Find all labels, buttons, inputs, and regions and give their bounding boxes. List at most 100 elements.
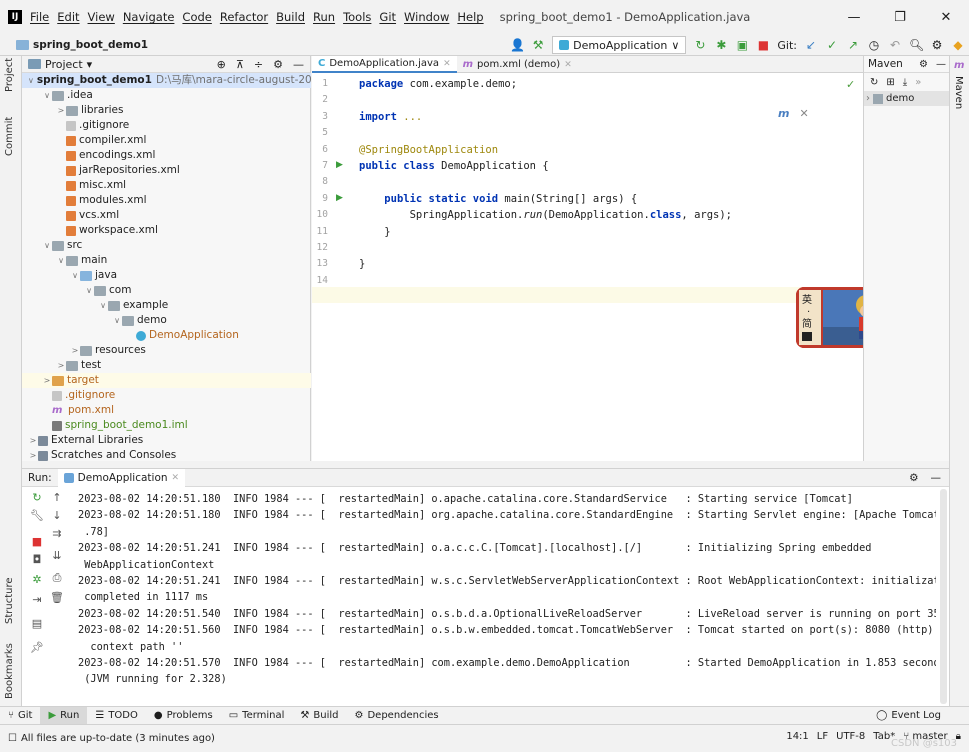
file-encoding[interactable]: UTF-8 <box>836 731 865 742</box>
tree-item[interactable]: > target <box>22 373 311 388</box>
chevron-right-icon[interactable]: > <box>70 343 80 358</box>
services-icon[interactable]: ✲ <box>30 573 44 586</box>
event-log-tab[interactable]: ◯ Event Log <box>876 710 941 721</box>
breadcrumb-project[interactable]: spring_boot_demo1 <box>33 39 148 51</box>
tree-item[interactable]: ∨ spring_boot_demo1 D:\马库\mara-circle-augu… <box>22 73 348 88</box>
run-gutter-icon[interactable]: ▶ <box>336 193 343 203</box>
tree-item[interactable]: > Scratches and Consoles <box>22 448 311 463</box>
trash-icon[interactable]: 🗑︎ <box>50 591 64 604</box>
tool-tab-git[interactable]: ⑂ Git <box>0 707 40 725</box>
tree-item[interactable]: jarRepositories.xml <box>22 163 311 178</box>
minimize-button[interactable]: — <box>831 0 877 34</box>
menu-navigate[interactable]: Navigate <box>123 10 175 24</box>
more-icon[interactable]: » <box>915 77 921 88</box>
chevron-down-icon[interactable]: ∨ <box>28 73 34 88</box>
tree-item[interactable]: > test <box>22 358 311 373</box>
tree-item[interactable]: > External Libraries <box>22 433 311 448</box>
maximize-button[interactable]: ❐ <box>877 0 923 34</box>
expand-all-icon[interactable]: ÷ <box>254 56 263 73</box>
settings-icon[interactable]: ⚙ <box>930 38 944 52</box>
menu-file[interactable]: File <box>30 10 49 24</box>
chevron-down-icon[interactable]: ▾ <box>87 58 93 71</box>
run-gutter-icon[interactable]: ▶ <box>336 160 343 170</box>
layout-icon[interactable]: ▤ <box>30 617 44 630</box>
coverage-icon[interactable]: ▣ <box>735 38 749 52</box>
git-commit-icon[interactable]: ✓ <box>825 38 839 52</box>
git-push-icon[interactable]: ↗ <box>846 38 860 52</box>
chevron-down-icon[interactable]: ∨ <box>42 88 52 103</box>
exit-icon[interactable]: ⇥ <box>30 593 44 606</box>
scroll-to-end-icon[interactable]: ⇊ <box>50 549 64 562</box>
menu-build[interactable]: Build <box>276 10 305 24</box>
maven-tool-icon[interactable]: m <box>954 60 964 71</box>
print-icon[interactable]: ⎙ <box>50 571 64 585</box>
tree-item[interactable]: .gitignore <box>22 388 311 403</box>
menu-code[interactable]: Code <box>182 10 211 24</box>
hide-icon[interactable]: — <box>293 56 304 73</box>
maven-reload-icon[interactable]: m <box>778 107 789 120</box>
tree-item[interactable]: > libraries <box>22 103 311 118</box>
tree-item[interactable]: ∨ com <box>22 283 311 298</box>
stop-icon[interactable]: ■ <box>30 535 44 548</box>
camera-icon[interactable]: ◘ <box>30 553 44 566</box>
tree-item[interactable]: DemoApplication <box>22 328 311 343</box>
close-button[interactable]: ✕ <box>923 0 969 34</box>
chevron-right-icon[interactable]: > <box>56 358 66 373</box>
git-update-icon[interactable]: ↙ <box>804 38 818 52</box>
inspection-ok-icon[interactable]: ✓ <box>846 78 855 91</box>
line-separator[interactable]: LF <box>817 731 828 742</box>
hide-icon[interactable]: — <box>936 59 946 70</box>
chevron-down-icon[interactable]: ∨ <box>112 313 122 328</box>
tree-item[interactable]: workspace.xml <box>22 223 311 238</box>
rerun-icon[interactable]: ↻ <box>30 491 44 504</box>
plugin-icon[interactable]: ◆ <box>951 38 965 52</box>
menu-window[interactable]: Window <box>404 10 449 24</box>
hide-icon[interactable]: — <box>931 472 942 484</box>
pin-icon[interactable]: 📌︎ <box>30 641 44 654</box>
tree-item[interactable]: ∨ src <box>22 238 311 253</box>
maven-tool-tab[interactable]: Maven <box>953 76 964 109</box>
tree-item[interactable]: .gitignore <box>22 118 311 133</box>
scroll-down-icon[interactable]: ↓ <box>50 509 64 522</box>
history-icon[interactable]: ◷ <box>867 38 881 52</box>
tool-tab-terminal[interactable]: ▭ Terminal <box>221 707 293 725</box>
close-icon[interactable]: ✕ <box>564 60 572 70</box>
close-icon[interactable]: ✕ <box>172 473 180 483</box>
collapse-all-icon[interactable]: ⊼ <box>236 56 244 73</box>
menu-refactor[interactable]: Refactor <box>220 10 268 24</box>
tree-item[interactable]: compiler.xml <box>22 133 311 148</box>
add-maven-project-icon[interactable]: ⊞ <box>886 77 894 88</box>
search-icon[interactable]: 🔍︎ <box>909 38 924 52</box>
download-icon[interactable]: ⤓ <box>903 77 907 88</box>
tree-item[interactable]: ∨ .idea <box>22 88 311 103</box>
scroll-up-icon[interactable]: ↑ <box>50 491 64 504</box>
chevron-right-icon[interactable]: > <box>28 433 38 448</box>
tree-item[interactable]: ∨ demo <box>22 313 311 328</box>
maven-project-item[interactable]: › demo <box>864 91 949 106</box>
status-toggle-icon[interactable]: ☐ <box>8 733 17 744</box>
tree-item[interactable]: vcs.xml <box>22 208 311 223</box>
chevron-down-icon[interactable]: ∨ <box>84 283 94 298</box>
gear-icon[interactable]: ⚙ <box>273 56 283 73</box>
tree-item[interactable]: > resources <box>22 343 311 358</box>
project-view-selector[interactable]: Project <box>45 58 83 71</box>
code-area[interactable]: 1 package com.example.demo; 2 3 import ... 5 6… <box>312 74 863 461</box>
soft-wrap-icon[interactable]: ⇉ <box>50 527 64 540</box>
menu-edit[interactable]: Edit <box>57 10 79 24</box>
breadcrumb[interactable]: spring_boot_demo1 <box>16 39 148 51</box>
tree-item[interactable]: spring_boot_demo1.iml <box>22 418 311 433</box>
menu-tools[interactable]: Tools <box>343 10 371 24</box>
run-configuration-select[interactable]: DemoApplication ∨ <box>552 36 687 54</box>
reload-icon[interactable]: ↻ <box>870 77 878 88</box>
structure-tool-tab[interactable]: Structure <box>4 577 15 624</box>
user-icon[interactable]: 👤 <box>510 38 525 52</box>
tool-tab-build[interactable]: ⚒ Build <box>292 707 346 725</box>
commit-tool-tab[interactable]: Commit <box>4 117 15 156</box>
locate-icon[interactable]: ⊕ <box>217 56 226 73</box>
editor-tab[interactable]: C DemoApplication.java ✕ <box>312 56 457 73</box>
tree-item[interactable]: encodings.xml <box>22 148 311 163</box>
chevron-right-icon[interactable]: > <box>56 103 66 118</box>
menu-run[interactable]: Run <box>313 10 335 24</box>
menu-view[interactable]: View <box>88 10 115 24</box>
menu-git[interactable]: Git <box>379 10 396 24</box>
